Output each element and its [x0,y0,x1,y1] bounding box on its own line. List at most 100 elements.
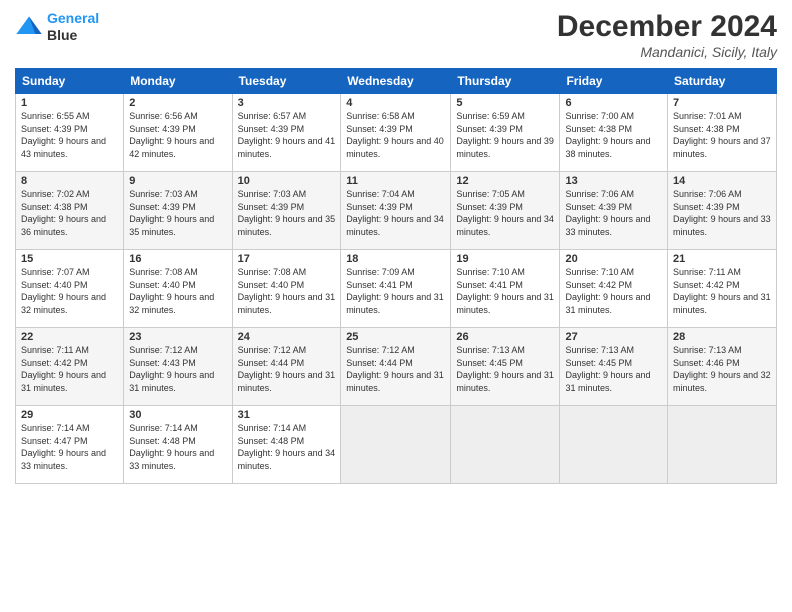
day-number: 30 [129,409,226,421]
day-info: Sunrise: 7:11 AMSunset: 4:42 PMDaylight:… [673,266,771,316]
day-info: Sunrise: 7:12 AMSunset: 4:44 PMDaylight:… [346,344,445,394]
day-info: Sunrise: 6:57 AMSunset: 4:39 PMDaylight:… [238,110,336,160]
day-number: 5 [456,97,554,109]
day-info: Sunrise: 7:10 AMSunset: 4:42 PMDaylight:… [565,266,662,316]
calendar-cell-day-12: 12Sunrise: 7:05 AMSunset: 4:39 PMDayligh… [451,172,560,250]
day-info: Sunrise: 7:04 AMSunset: 4:39 PMDaylight:… [346,188,445,238]
day-info: Sunrise: 7:03 AMSunset: 4:39 PMDaylight:… [129,188,226,238]
day-number: 13 [565,175,662,187]
day-number: 14 [673,175,771,187]
calendar-cell-day-5: 5Sunrise: 6:59 AMSunset: 4:39 PMDaylight… [451,94,560,172]
calendar-cell-day-8: 8Sunrise: 7:02 AMSunset: 4:38 PMDaylight… [16,172,124,250]
day-info: Sunrise: 7:12 AMSunset: 4:43 PMDaylight:… [129,344,226,394]
calendar-cell-day-27: 27Sunrise: 7:13 AMSunset: 4:45 PMDayligh… [560,328,668,406]
day-info: Sunrise: 7:08 AMSunset: 4:40 PMDaylight:… [129,266,226,316]
day-info: Sunrise: 7:02 AMSunset: 4:38 PMDaylight:… [21,188,118,238]
calendar-cell-day-26: 26Sunrise: 7:13 AMSunset: 4:45 PMDayligh… [451,328,560,406]
day-number: 17 [238,253,336,265]
day-info: Sunrise: 6:58 AMSunset: 4:39 PMDaylight:… [346,110,445,160]
day-info: Sunrise: 7:14 AMSunset: 4:48 PMDaylight:… [238,422,336,472]
logo: General Blue [15,10,99,44]
calendar-cell-day-29: 29Sunrise: 7:14 AMSunset: 4:47 PMDayligh… [16,406,124,484]
day-number: 22 [21,331,118,343]
main-title: December 2024 [557,10,777,44]
day-number: 15 [21,253,118,265]
day-number: 2 [129,97,226,109]
day-number: 8 [21,175,118,187]
day-info: Sunrise: 7:00 AMSunset: 4:38 PMDaylight:… [565,110,662,160]
day-number: 10 [238,175,336,187]
day-number: 4 [346,97,445,109]
calendar-cell-day-20: 20Sunrise: 7:10 AMSunset: 4:42 PMDayligh… [560,250,668,328]
day-info: Sunrise: 7:10 AMSunset: 4:41 PMDaylight:… [456,266,554,316]
calendar-cell-day-18: 18Sunrise: 7:09 AMSunset: 4:41 PMDayligh… [341,250,451,328]
day-number: 25 [346,331,445,343]
day-number: 19 [456,253,554,265]
day-number: 28 [673,331,771,343]
day-info: Sunrise: 7:06 AMSunset: 4:39 PMDaylight:… [673,188,771,238]
day-info: Sunrise: 7:06 AMSunset: 4:39 PMDaylight:… [565,188,662,238]
empty-cell [451,406,560,484]
day-info: Sunrise: 7:05 AMSunset: 4:39 PMDaylight:… [456,188,554,238]
day-number: 12 [456,175,554,187]
calendar-cell-day-1: 1Sunrise: 6:55 AMSunset: 4:39 PMDaylight… [16,94,124,172]
day-number: 26 [456,331,554,343]
day-number: 6 [565,97,662,109]
day-number: 11 [346,175,445,187]
col-header-monday: Monday [124,69,232,94]
empty-cell [668,406,777,484]
day-info: Sunrise: 7:07 AMSunset: 4:40 PMDaylight:… [21,266,118,316]
calendar-cell-day-30: 30Sunrise: 7:14 AMSunset: 4:48 PMDayligh… [124,406,232,484]
col-header-thursday: Thursday [451,69,560,94]
day-info: Sunrise: 6:56 AMSunset: 4:39 PMDaylight:… [129,110,226,160]
calendar-cell-day-17: 17Sunrise: 7:08 AMSunset: 4:40 PMDayligh… [232,250,341,328]
calendar-cell-day-3: 3Sunrise: 6:57 AMSunset: 4:39 PMDaylight… [232,94,341,172]
day-number: 24 [238,331,336,343]
page: General Blue December 2024 Mandanici, Si… [0,0,792,612]
calendar-cell-day-10: 10Sunrise: 7:03 AMSunset: 4:39 PMDayligh… [232,172,341,250]
title-block: December 2024 Mandanici, Sicily, Italy [557,10,777,60]
calendar-cell-day-14: 14Sunrise: 7:06 AMSunset: 4:39 PMDayligh… [668,172,777,250]
calendar-cell-day-16: 16Sunrise: 7:08 AMSunset: 4:40 PMDayligh… [124,250,232,328]
calendar-cell-day-23: 23Sunrise: 7:12 AMSunset: 4:43 PMDayligh… [124,328,232,406]
day-info: Sunrise: 6:59 AMSunset: 4:39 PMDaylight:… [456,110,554,160]
calendar-cell-day-11: 11Sunrise: 7:04 AMSunset: 4:39 PMDayligh… [341,172,451,250]
empty-cell [560,406,668,484]
header: General Blue December 2024 Mandanici, Si… [15,10,777,60]
day-info: Sunrise: 7:08 AMSunset: 4:40 PMDaylight:… [238,266,336,316]
calendar-cell-day-31: 31Sunrise: 7:14 AMSunset: 4:48 PMDayligh… [232,406,341,484]
day-number: 29 [21,409,118,421]
day-number: 7 [673,97,771,109]
day-number: 3 [238,97,336,109]
logo-text: General Blue [47,10,99,44]
day-number: 23 [129,331,226,343]
calendar-cell-day-21: 21Sunrise: 7:11 AMSunset: 4:42 PMDayligh… [668,250,777,328]
col-header-saturday: Saturday [668,69,777,94]
day-number: 1 [21,97,118,109]
calendar-cell-day-13: 13Sunrise: 7:06 AMSunset: 4:39 PMDayligh… [560,172,668,250]
calendar-cell-day-4: 4Sunrise: 6:58 AMSunset: 4:39 PMDaylight… [341,94,451,172]
day-number: 31 [238,409,336,421]
day-info: Sunrise: 7:11 AMSunset: 4:42 PMDaylight:… [21,344,118,394]
day-number: 27 [565,331,662,343]
calendar-cell-day-6: 6Sunrise: 7:00 AMSunset: 4:38 PMDaylight… [560,94,668,172]
day-number: 21 [673,253,771,265]
calendar-cell-day-7: 7Sunrise: 7:01 AMSunset: 4:38 PMDaylight… [668,94,777,172]
calendar-cell-day-24: 24Sunrise: 7:12 AMSunset: 4:44 PMDayligh… [232,328,341,406]
day-info: Sunrise: 7:13 AMSunset: 4:46 PMDaylight:… [673,344,771,394]
day-info: Sunrise: 6:55 AMSunset: 4:39 PMDaylight:… [21,110,118,160]
calendar-cell-day-25: 25Sunrise: 7:12 AMSunset: 4:44 PMDayligh… [341,328,451,406]
calendar-cell-day-2: 2Sunrise: 6:56 AMSunset: 4:39 PMDaylight… [124,94,232,172]
calendar-cell-day-19: 19Sunrise: 7:10 AMSunset: 4:41 PMDayligh… [451,250,560,328]
calendar-cell-day-9: 9Sunrise: 7:03 AMSunset: 4:39 PMDaylight… [124,172,232,250]
col-header-tuesday: Tuesday [232,69,341,94]
day-number: 18 [346,253,445,265]
empty-cell [341,406,451,484]
day-info: Sunrise: 7:03 AMSunset: 4:39 PMDaylight:… [238,188,336,238]
col-header-friday: Friday [560,69,668,94]
calendar-cell-day-22: 22Sunrise: 7:11 AMSunset: 4:42 PMDayligh… [16,328,124,406]
day-info: Sunrise: 7:13 AMSunset: 4:45 PMDaylight:… [565,344,662,394]
day-info: Sunrise: 7:13 AMSunset: 4:45 PMDaylight:… [456,344,554,394]
day-info: Sunrise: 7:01 AMSunset: 4:38 PMDaylight:… [673,110,771,160]
col-header-sunday: Sunday [16,69,124,94]
